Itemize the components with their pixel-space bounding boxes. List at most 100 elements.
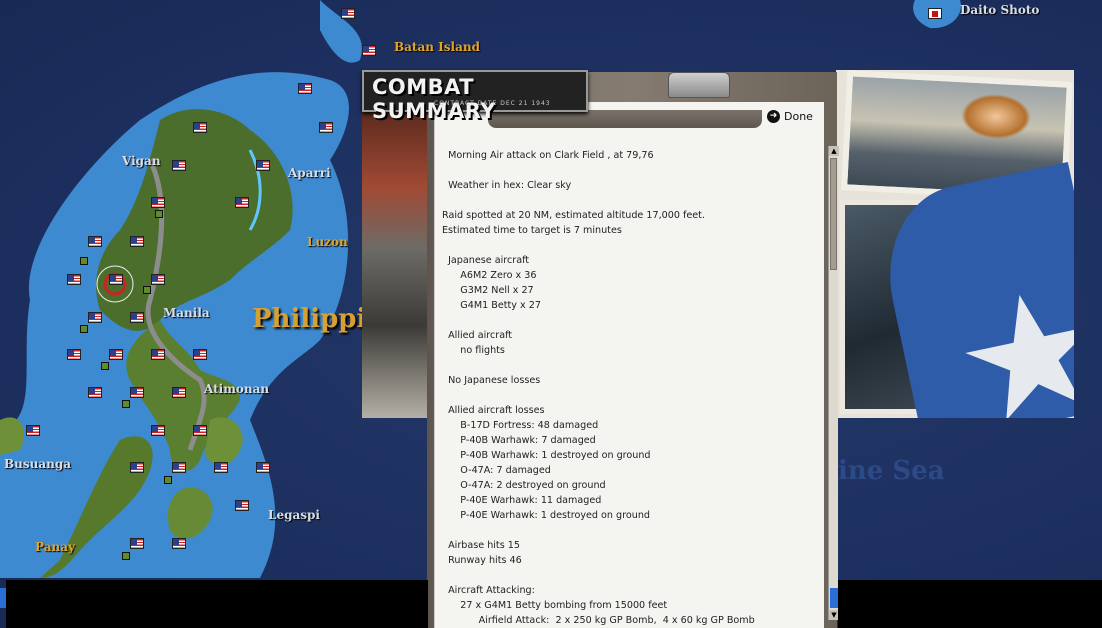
map-label-legaspi: Legaspi [268,508,320,522]
us-unit-flag[interactable] [67,349,81,360]
report-line [442,193,822,208]
us-unit-flag[interactable] [151,197,165,208]
report-line: 27 x G4M1 Betty bombing from 15000 feet [442,600,668,611]
map-label-busuanga: Busuanga [4,457,72,471]
map-label-manila: Manila [163,306,210,320]
report-line: O-47A: 7 damaged [442,465,551,476]
report-line: P-40B Warhawk: 1 destroyed on ground [442,450,651,461]
dialog-subtitle: CONTRACT DATE DEC 21 1943 [434,100,551,107]
map-label-vigan: Vigan [122,154,161,168]
airbase-marker[interactable] [143,286,151,294]
bottom-status-bar-right [838,580,1102,628]
map-label-batan: Batan Island [394,40,480,54]
report-line: G3M2 Nell x 27 [442,285,534,296]
report-line [442,163,822,178]
photo-left-collage [362,110,432,418]
clipboard-clip [668,72,730,98]
report-line: Weather in hex: Clear sky [442,180,572,191]
report-line: P-40B Warhawk: 7 damaged [442,435,596,446]
us-unit-flag[interactable] [26,425,40,436]
report-line: P-40E Warhawk: 11 damaged [442,495,602,506]
us-unit-flag[interactable] [319,122,333,133]
dialog-title: COMBAT SUMMARY [372,75,496,123]
report-line: No Japanese losses [442,375,541,386]
report-line [442,568,822,583]
combat-report-text: Morning Air attack on Clark Field , at 7… [442,148,822,628]
airbase-marker[interactable] [164,476,172,484]
report-line [442,358,822,373]
left-edge-tab[interactable] [0,588,6,608]
us-unit-flag[interactable] [67,274,81,285]
us-unit-flag[interactable] [109,349,123,360]
us-unit-flag[interactable] [193,425,207,436]
japan-unit-flag[interactable] [928,8,942,19]
us-unit-flag[interactable] [193,349,207,360]
arrow-right-icon: ➜ [767,110,780,123]
us-unit-flag[interactable] [172,160,186,171]
done-button[interactable]: ➜ Done [767,110,813,123]
report-line: B-17D Fortress: 48 damaged [442,420,599,431]
us-unit-flag[interactable] [130,462,144,473]
airbase-marker[interactable] [122,552,130,560]
us-unit-flag[interactable] [341,8,355,19]
us-unit-flag[interactable] [172,387,186,398]
us-unit-flag[interactable] [130,538,144,549]
scroll-thumb[interactable] [830,158,837,270]
us-unit-flag[interactable] [109,274,123,285]
bottom-status-bar [6,580,428,628]
report-line: Allied aircraft [442,330,513,341]
report-line: Morning Air attack on Clark Field , at 7… [442,150,654,161]
us-unit-flag[interactable] [172,462,186,473]
report-line: Aircraft Attacking: [442,585,535,596]
map-label-sea: ine Sea [838,456,945,486]
us-unit-flag[interactable] [256,160,270,171]
combat-summary-header: COMBAT SUMMARY CONTRACT DATE DEC 21 1943 [362,70,588,123]
report-line: A6M2 Zero x 36 [442,270,537,281]
us-unit-flag[interactable] [151,425,165,436]
report-line [442,388,822,403]
us-unit-flag[interactable] [88,312,102,323]
right-edge-tab[interactable] [830,588,838,608]
us-unit-flag[interactable] [235,500,249,511]
report-line: Airbase hits 15 [442,540,520,551]
report-line: O-47A: 2 destroyed on ground [442,480,606,491]
scroll-up-icon[interactable]: ▲ [829,146,839,156]
us-unit-flag[interactable] [214,462,228,473]
map-label-daito: Daito Shoto [960,3,1040,17]
report-line: G4M1 Betty x 27 [442,300,541,311]
us-unit-flag[interactable] [193,122,207,133]
airbase-marker[interactable] [80,325,88,333]
map-label-atimonan: Atimonan [204,382,270,396]
us-unit-flag[interactable] [151,349,165,360]
us-unit-flag[interactable] [235,197,249,208]
us-unit-flag[interactable] [362,45,376,56]
report-line: Runway hits 46 [442,555,522,566]
report-line [442,313,822,328]
airbase-marker[interactable] [80,257,88,265]
us-unit-flag[interactable] [172,538,186,549]
us-unit-flag[interactable] [151,274,165,285]
airbase-marker[interactable] [122,400,130,408]
report-line: Japanese aircraft [442,255,530,266]
us-unit-flag[interactable] [88,387,102,398]
map-label-philippines: Philippi [252,304,367,334]
us-unit-flag[interactable] [130,236,144,247]
map-label-panay: Panay [35,540,75,554]
airbase-marker[interactable] [155,210,163,218]
report-line: Airfield Attack: 2 x 250 kg GP Bomb, 4 x… [442,615,755,626]
us-unit-flag[interactable] [256,462,270,473]
report-line [442,523,822,538]
report-line: Raid spotted at 20 NM, estimated altitud… [442,210,705,221]
report-line: Allied aircraft losses [442,405,545,416]
us-unit-flag[interactable] [130,387,144,398]
report-scrollbar[interactable]: ▲ ▼ [828,146,839,620]
photo-right-collage [836,70,1074,418]
map-label-aparri: Aparri [288,166,331,180]
map-label-luzon: Luzon [307,235,348,249]
done-label: Done [784,110,813,123]
airbase-marker[interactable] [101,362,109,370]
us-unit-flag[interactable] [298,83,312,94]
us-unit-flag[interactable] [88,236,102,247]
report-line: P-40E Warhawk: 1 destroyed on ground [442,510,650,521]
us-unit-flag[interactable] [130,312,144,323]
